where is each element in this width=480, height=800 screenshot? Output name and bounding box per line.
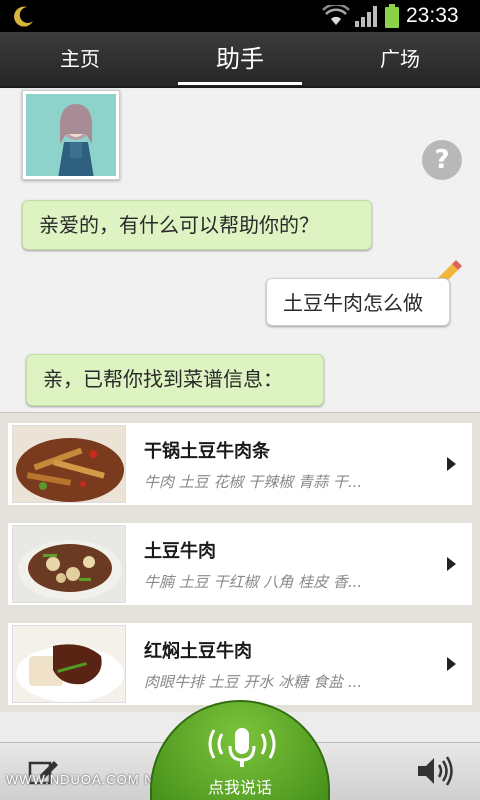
wifi-icon <box>322 5 350 25</box>
recipe-thumbnail <box>12 525 126 603</box>
recipe-list: 干锅土豆牛肉条 牛肉 土豆 花椒 干辣椒 青蒜 干... 土豆牛肉 牛腩 土豆 … <box>0 412 480 712</box>
moon-icon <box>14 6 33 27</box>
tab-plaza[interactable]: 广场 <box>320 32 480 88</box>
signal-icon <box>355 6 377 27</box>
recipe-item[interactable]: 干锅土豆牛肉条 牛肉 土豆 花椒 干辣椒 青蒜 干... <box>8 423 472 505</box>
recipe-ingredients: 牛腩 土豆 干红椒 八角 桂皮 香... <box>144 573 363 591</box>
tab-bar: 主页 助手 广场 <box>0 32 480 88</box>
clock: 23:33 <box>406 4 459 27</box>
recipe-title: 干锅土豆牛肉条 <box>144 441 270 462</box>
microphone-icon <box>208 728 276 767</box>
chevron-right-icon <box>447 457 456 471</box>
recipe-thumbnail <box>12 425 126 503</box>
voice-input-button[interactable]: 点我说话 <box>150 700 330 800</box>
help-icon[interactable]: ? <box>422 140 462 180</box>
tab-assistant[interactable]: 助手 <box>160 32 320 88</box>
status-bar: 23:33 <box>0 0 480 32</box>
tab-home[interactable]: 主页 <box>0 32 160 88</box>
user-message: 土豆牛肉怎么做 <box>266 278 450 326</box>
recipe-thumbnail <box>12 625 126 703</box>
recipe-title: 土豆牛肉 <box>144 541 216 562</box>
recipe-item[interactable]: 土豆牛肉 牛腩 土豆 干红椒 八角 桂皮 香... <box>8 523 472 605</box>
voice-button-label: 点我说话 <box>207 778 272 797</box>
assistant-message: 亲爱的，有什么可以帮助你的？ <box>22 200 372 250</box>
assistant-avatar[interactable] <box>22 90 120 180</box>
speaker-icon[interactable] <box>416 755 456 787</box>
recipe-title: 红焖土豆牛肉 <box>144 641 252 662</box>
chevron-right-icon <box>447 657 456 671</box>
girl-illustration <box>26 94 116 176</box>
chevron-right-icon <box>447 557 456 571</box>
recipe-ingredients: 牛肉 土豆 花椒 干辣椒 青蒜 干... <box>144 473 363 491</box>
chat-area: ? 亲爱的，有什么可以帮助你的？ 土豆牛肉怎么做 亲，已帮你找到菜谱信息： <box>0 90 480 412</box>
assistant-message: 亲，已帮你找到菜谱信息： <box>26 354 324 406</box>
recipe-ingredients: 肉眼牛排 土豆 开水 冰糖 食盐 ... <box>144 673 363 691</box>
battery-icon <box>385 4 399 28</box>
recipe-item[interactable]: 红焖土豆牛肉 肉眼牛排 土豆 开水 冰糖 食盐 ... <box>8 623 472 705</box>
